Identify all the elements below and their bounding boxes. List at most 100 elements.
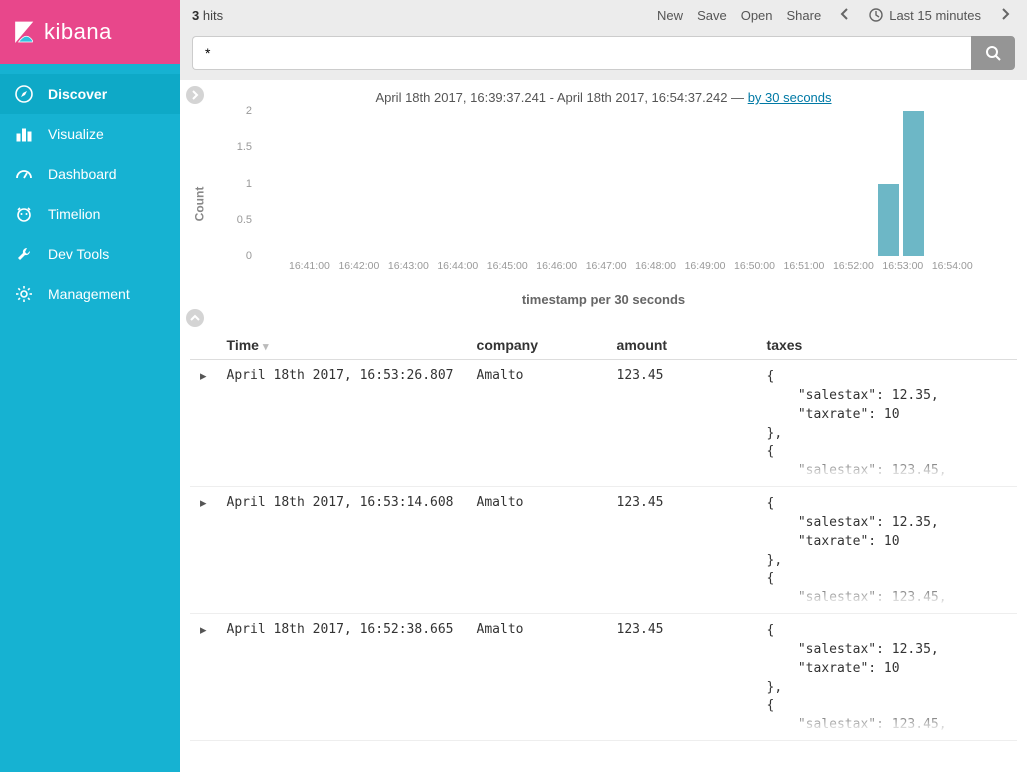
sidebar-item-label: Discover (48, 86, 107, 102)
chevron-up-icon (190, 313, 200, 323)
document-table: Time▾ company amount taxes ▸April 18th 2… (190, 331, 1017, 741)
ytick: 0.5 (237, 214, 252, 226)
cell-taxes: { "salestax": 12.35, "taxrate": 10 }, { … (757, 360, 1017, 487)
cell-company: Amalto (467, 614, 607, 741)
chevron-left-icon (840, 8, 850, 20)
ytick: 1.5 (237, 141, 252, 153)
expand-row-button[interactable]: ▸ (190, 614, 217, 741)
open-button[interactable]: Open (741, 8, 773, 23)
hit-count: 3 hits (192, 8, 223, 23)
cell-amount: 123.45 (607, 487, 757, 614)
gear-icon (14, 284, 34, 304)
chart-bar[interactable] (903, 111, 924, 256)
xtick: 16:48:00 (635, 260, 676, 272)
wrench-icon (14, 244, 34, 264)
sidebar-item-visualize[interactable]: Visualize (0, 114, 180, 154)
sidebar-item-management[interactable]: Management (0, 274, 180, 314)
time-prev-button[interactable] (835, 8, 855, 23)
table-row: ▸April 18th 2017, 16:52:38.665Amalto123.… (190, 614, 1017, 741)
ytick: 0 (246, 250, 252, 262)
compass-icon (14, 84, 34, 104)
nav: Discover Visualize Dashboard Timelion Dev To… (0, 64, 180, 314)
xtick: 16:52:00 (833, 260, 874, 272)
collapse-chart-button[interactable] (186, 309, 204, 327)
timerange-picker[interactable]: Last 15 minutes (869, 8, 981, 23)
brand-name: kibana (44, 19, 112, 45)
table-row: ▸April 18th 2017, 16:53:26.807Amalto123.… (190, 360, 1017, 487)
cell-taxes: { "salestax": 12.35, "taxrate": 10 }, { … (757, 614, 1017, 741)
expand-row-button[interactable]: ▸ (190, 487, 217, 614)
col-amount[interactable]: amount (607, 331, 757, 360)
brand-header[interactable]: kibana (0, 0, 180, 64)
cell-company: Amalto (467, 487, 607, 614)
hit-count-number: 3 (192, 8, 199, 23)
gauge-icon (14, 164, 34, 184)
share-button[interactable]: Share (787, 8, 822, 23)
toolbar: 3 hits New Save Open Share Last 15 minut… (180, 0, 1027, 30)
main: 3 hits New Save Open Share Last 15 minut… (180, 0, 1027, 772)
xtick: 16:49:00 (685, 260, 726, 272)
sidebar: kibana Discover Visualize Dashboard Timelio… (0, 0, 180, 772)
xtick: 16:46:00 (536, 260, 577, 272)
bar-chart-icon (14, 124, 34, 144)
sidebar-item-label: Visualize (48, 126, 104, 142)
sidebar-item-discover[interactable]: Discover (0, 74, 180, 114)
chart-xticks: 16:41:00 16:42:00 16:43:00 16:44:00 16:45:00… (260, 260, 977, 276)
xtick: 16:42:00 (338, 260, 379, 272)
xtick: 16:43:00 (388, 260, 429, 272)
xtick: 16:54:00 (932, 260, 973, 272)
cell-company: Amalto (467, 360, 607, 487)
col-taxes[interactable]: taxes (757, 331, 1017, 360)
ytick: 1 (246, 178, 252, 190)
chevron-right-icon (190, 90, 200, 100)
content: April 18th 2017, 16:39:37.241 - April 18… (180, 80, 1027, 772)
sidebar-item-timelion[interactable]: Timelion (0, 194, 180, 234)
xtick: 16:53:00 (882, 260, 923, 272)
sidebar-item-label: Timelion (48, 206, 100, 222)
chevron-right-icon (1000, 8, 1010, 20)
cell-time: April 18th 2017, 16:53:14.608 (217, 487, 467, 614)
table-row: ▸April 18th 2017, 16:53:14.608Amalto123.… (190, 487, 1017, 614)
cell-amount: 123.45 (607, 614, 757, 741)
search-icon (985, 45, 1001, 61)
save-button[interactable]: Save (697, 8, 727, 23)
xtick: 16:44:00 (437, 260, 478, 272)
search-button[interactable] (971, 36, 1015, 70)
sidebar-item-dev-tools[interactable]: Dev Tools (0, 234, 180, 274)
chart-ylabel: Count (192, 186, 206, 221)
time-next-button[interactable] (995, 8, 1015, 23)
expand-fields-button[interactable] (186, 86, 204, 104)
new-button[interactable]: New (657, 8, 683, 23)
table-header-row: Time▾ company amount taxes (190, 331, 1017, 360)
search-row (180, 30, 1027, 80)
ytick: 2 (246, 105, 252, 117)
expand-row-button[interactable]: ▸ (190, 360, 217, 487)
cell-amount: 123.45 (607, 360, 757, 487)
chart-bars (260, 111, 977, 256)
cell-time: April 18th 2017, 16:52:38.665 (217, 614, 467, 741)
histogram-range-text: April 18th 2017, 16:39:37.241 - April 18… (375, 90, 747, 105)
histogram-title: April 18th 2017, 16:39:37.241 - April 18… (180, 80, 1027, 111)
xtick: 16:45:00 (487, 260, 528, 272)
interval-link[interactable]: by 30 seconds (748, 90, 832, 105)
col-time[interactable]: Time▾ (217, 331, 467, 360)
xtick: 16:51:00 (783, 260, 824, 272)
xtick: 16:50:00 (734, 260, 775, 272)
sidebar-item-label: Dev Tools (48, 246, 109, 262)
sidebar-item-dashboard[interactable]: Dashboard (0, 154, 180, 194)
search-input[interactable] (192, 36, 971, 70)
col-company[interactable]: company (467, 331, 607, 360)
xtick: 16:47:00 (586, 260, 627, 272)
timerange-label: Last 15 minutes (889, 8, 981, 23)
chart-bar[interactable] (878, 184, 899, 257)
sidebar-item-label: Dashboard (48, 166, 117, 182)
sort-desc-icon: ▾ (263, 341, 269, 353)
cell-taxes: { "salestax": 12.35, "taxrate": 10 }, { … (757, 487, 1017, 614)
timelion-icon (14, 204, 34, 224)
sidebar-item-label: Management (48, 286, 130, 302)
xtick: 16:41:00 (289, 260, 330, 272)
cell-time: April 18th 2017, 16:53:26.807 (217, 360, 467, 487)
chart-plot[interactable] (260, 111, 977, 256)
clock-icon (869, 8, 883, 22)
hit-count-label: hits (203, 8, 223, 23)
